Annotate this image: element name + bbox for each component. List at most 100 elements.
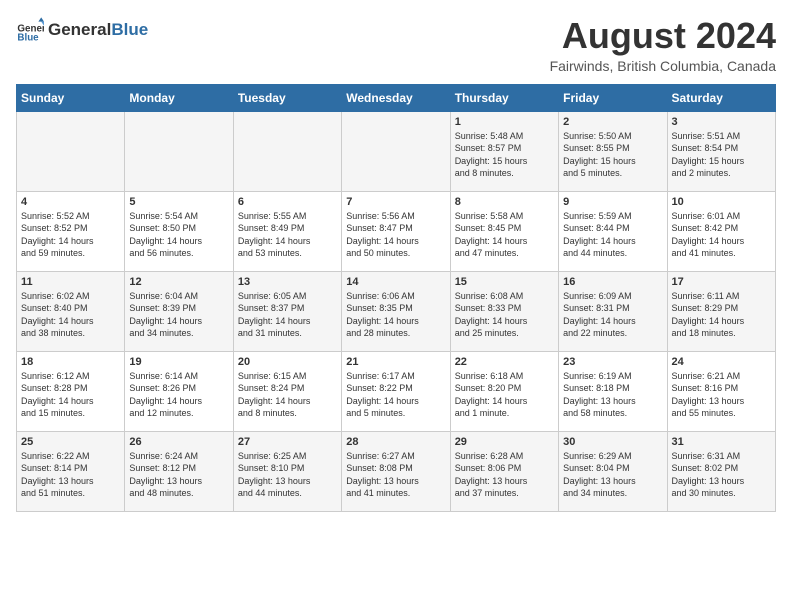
day-number: 15	[455, 276, 554, 288]
logo-icon: General Blue	[16, 16, 44, 44]
cell-content: Sunrise: 6:01 AM Sunset: 8:42 PM Dayligh…	[672, 210, 771, 260]
calendar-cell: 4 Sunrise: 5:52 AM Sunset: 8:52 PM Daylig…	[17, 191, 125, 271]
day-number: 19	[129, 356, 228, 368]
day-number: 28	[346, 436, 445, 448]
cell-content: Sunrise: 6:02 AM Sunset: 8:40 PM Dayligh…	[21, 290, 120, 340]
calendar-cell: 28 Sunrise: 6:27 AM Sunset: 8:08 PM Dayli…	[342, 431, 450, 511]
page-header: General Blue GeneralBlue August 2024 Fai…	[16, 16, 776, 74]
calendar-cell: 5Sunrise: 5:54 AM Sunset: 8:50 PM Daylig…	[125, 191, 233, 271]
calendar-cell: 18 Sunrise: 6:12 AM Sunset: 8:28 PM Dayli…	[17, 351, 125, 431]
day-number: 12	[129, 276, 228, 288]
day-number: 10	[672, 196, 771, 208]
calendar-cell: 19 Sunrise: 6:14 AM Sunset: 8:26 PM Dayli…	[125, 351, 233, 431]
day-number: 16	[563, 276, 662, 288]
calendar-cell	[17, 111, 125, 191]
cell-content: Sunrise: 5:48 AM Sunset: 8:57 PM Dayligh…	[455, 130, 554, 180]
calendar-table: SundayMondayTuesdayWednesdayThursdayFrid…	[16, 84, 776, 512]
calendar-cell: 10 Sunrise: 6:01 AM Sunset: 8:42 PM Dayli…	[667, 191, 775, 271]
calendar-cell: 9 Sunrise: 5:59 AM Sunset: 8:44 PM Daylig…	[559, 191, 667, 271]
cell-content: Sunrise: 6:04 AM Sunset: 8:39 PM Dayligh…	[129, 290, 228, 340]
cell-content: Sunrise: 6:18 AM Sunset: 8:20 PM Dayligh…	[455, 370, 554, 420]
cell-content: Sunrise: 6:12 AM Sunset: 8:28 PM Dayligh…	[21, 370, 120, 420]
cell-content: Sunrise: 6:09 AM Sunset: 8:31 PM Dayligh…	[563, 290, 662, 340]
cell-content: Sunrise: 5:56 AM Sunset: 8:47 PM Dayligh…	[346, 210, 445, 260]
calendar-week-row: 1Sunrise: 5:48 AM Sunset: 8:57 PM Daylig…	[17, 111, 776, 191]
cell-content: Sunrise: 6:11 AM Sunset: 8:29 PM Dayligh…	[672, 290, 771, 340]
calendar-cell: 1Sunrise: 5:48 AM Sunset: 8:57 PM Daylig…	[450, 111, 558, 191]
day-number: 18	[21, 356, 120, 368]
day-number: 5	[129, 196, 228, 208]
day-number: 14	[346, 276, 445, 288]
title-block: August 2024 Fairwinds, British Columbia,…	[550, 16, 776, 74]
cell-content: Sunrise: 5:59 AM Sunset: 8:44 PM Dayligh…	[563, 210, 662, 260]
logo-blue: Blue	[111, 20, 148, 40]
calendar-week-row: 18 Sunrise: 6:12 AM Sunset: 8:28 PM Dayli…	[17, 351, 776, 431]
calendar-cell: 17Sunrise: 6:11 AM Sunset: 8:29 PM Dayli…	[667, 271, 775, 351]
calendar-cell: 29 Sunrise: 6:28 AM Sunset: 8:06 PM Dayli…	[450, 431, 558, 511]
calendar-week-row: 25 Sunrise: 6:22 AM Sunset: 8:14 PM Dayli…	[17, 431, 776, 511]
cell-content: Sunrise: 6:24 AM Sunset: 8:12 PM Dayligh…	[129, 450, 228, 500]
calendar-cell: 3Sunrise: 5:51 AM Sunset: 8:54 PM Daylig…	[667, 111, 775, 191]
day-number: 6	[238, 196, 337, 208]
day-number: 23	[563, 356, 662, 368]
logo: General Blue GeneralBlue	[16, 16, 148, 44]
calendar-cell: 14Sunrise: 6:06 AM Sunset: 8:35 PM Dayli…	[342, 271, 450, 351]
calendar-cell: 21 Sunrise: 6:17 AM Sunset: 8:22 PM Dayli…	[342, 351, 450, 431]
calendar-cell: 26Sunrise: 6:24 AM Sunset: 8:12 PM Dayli…	[125, 431, 233, 511]
calendar-cell: 12 Sunrise: 6:04 AM Sunset: 8:39 PM Dayli…	[125, 271, 233, 351]
calendar-cell: 30Sunrise: 6:29 AM Sunset: 8:04 PM Dayli…	[559, 431, 667, 511]
day-number: 21	[346, 356, 445, 368]
location-subtitle: Fairwinds, British Columbia, Canada	[550, 58, 776, 74]
cell-content: Sunrise: 6:17 AM Sunset: 8:22 PM Dayligh…	[346, 370, 445, 420]
cell-content: Sunrise: 5:51 AM Sunset: 8:54 PM Dayligh…	[672, 130, 771, 180]
day-number: 30	[563, 436, 662, 448]
calendar-cell: 23Sunrise: 6:19 AM Sunset: 8:18 PM Dayli…	[559, 351, 667, 431]
day-number: 7	[346, 196, 445, 208]
cell-content: Sunrise: 6:21 AM Sunset: 8:16 PM Dayligh…	[672, 370, 771, 420]
calendar-cell: 31 Sunrise: 6:31 AM Sunset: 8:02 PM Dayli…	[667, 431, 775, 511]
cell-content: Sunrise: 6:31 AM Sunset: 8:02 PM Dayligh…	[672, 450, 771, 500]
calendar-cell: 27 Sunrise: 6:25 AM Sunset: 8:10 PM Dayli…	[233, 431, 341, 511]
calendar-week-row: 4 Sunrise: 5:52 AM Sunset: 8:52 PM Daylig…	[17, 191, 776, 271]
col-header-tuesday: Tuesday	[233, 84, 341, 111]
cell-content: Sunrise: 5:52 AM Sunset: 8:52 PM Dayligh…	[21, 210, 120, 260]
calendar-week-row: 11 Sunrise: 6:02 AM Sunset: 8:40 PM Dayli…	[17, 271, 776, 351]
day-number: 31	[672, 436, 771, 448]
cell-content: Sunrise: 6:27 AM Sunset: 8:08 PM Dayligh…	[346, 450, 445, 500]
col-header-saturday: Saturday	[667, 84, 775, 111]
cell-content: Sunrise: 6:05 AM Sunset: 8:37 PM Dayligh…	[238, 290, 337, 340]
cell-content: Sunrise: 6:28 AM Sunset: 8:06 PM Dayligh…	[455, 450, 554, 500]
logo-general: General	[48, 20, 111, 40]
day-number: 27	[238, 436, 337, 448]
day-number: 29	[455, 436, 554, 448]
cell-content: Sunrise: 5:58 AM Sunset: 8:45 PM Dayligh…	[455, 210, 554, 260]
calendar-cell: 13 Sunrise: 6:05 AM Sunset: 8:37 PM Dayli…	[233, 271, 341, 351]
day-number: 2	[563, 116, 662, 128]
day-number: 22	[455, 356, 554, 368]
day-number: 4	[21, 196, 120, 208]
day-number: 13	[238, 276, 337, 288]
calendar-cell	[125, 111, 233, 191]
calendar-cell: 2 Sunrise: 5:50 AM Sunset: 8:55 PM Daylig…	[559, 111, 667, 191]
cell-content: Sunrise: 5:50 AM Sunset: 8:55 PM Dayligh…	[563, 130, 662, 180]
col-header-friday: Friday	[559, 84, 667, 111]
calendar-cell	[233, 111, 341, 191]
calendar-cell: 11 Sunrise: 6:02 AM Sunset: 8:40 PM Dayli…	[17, 271, 125, 351]
calendar-cell: 24 Sunrise: 6:21 AM Sunset: 8:16 PM Dayli…	[667, 351, 775, 431]
day-number: 25	[21, 436, 120, 448]
cell-content: Sunrise: 6:22 AM Sunset: 8:14 PM Dayligh…	[21, 450, 120, 500]
cell-content: Sunrise: 5:55 AM Sunset: 8:49 PM Dayligh…	[238, 210, 337, 260]
day-number: 24	[672, 356, 771, 368]
day-number: 11	[21, 276, 120, 288]
calendar-cell: 25 Sunrise: 6:22 AM Sunset: 8:14 PM Dayli…	[17, 431, 125, 511]
calendar-cell: 20Sunrise: 6:15 AM Sunset: 8:24 PM Dayli…	[233, 351, 341, 431]
calendar-cell: 16 Sunrise: 6:09 AM Sunset: 8:31 PM Dayli…	[559, 271, 667, 351]
col-header-monday: Monday	[125, 84, 233, 111]
day-number: 9	[563, 196, 662, 208]
col-header-sunday: Sunday	[17, 84, 125, 111]
day-number: 20	[238, 356, 337, 368]
day-number: 8	[455, 196, 554, 208]
col-header-thursday: Thursday	[450, 84, 558, 111]
cell-content: Sunrise: 6:25 AM Sunset: 8:10 PM Dayligh…	[238, 450, 337, 500]
cell-content: Sunrise: 6:14 AM Sunset: 8:26 PM Dayligh…	[129, 370, 228, 420]
